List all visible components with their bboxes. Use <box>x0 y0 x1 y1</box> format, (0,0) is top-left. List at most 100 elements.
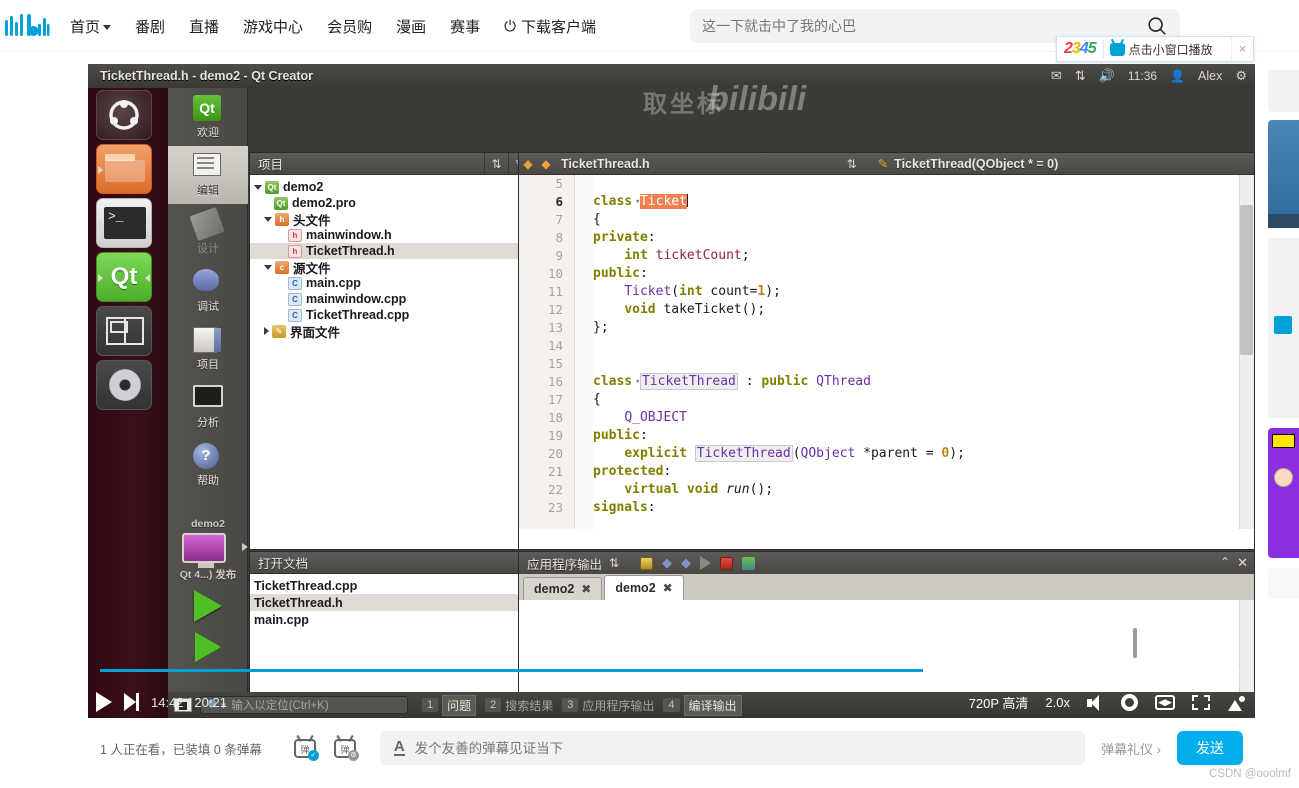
username[interactable]: Alex <box>1198 69 1222 83</box>
editor-symbol[interactable]: TicketThread(QObject * = 0) <box>894 157 1058 171</box>
nav-item-gamecenter[interactable]: 游戏中心 <box>243 16 303 37</box>
qt-creator-launcher-icon[interactable]: Qt <box>96 252 152 302</box>
fold-column[interactable]: ▾ ▾ <box>575 175 640 529</box>
code-editor[interactable]: ◆ ◆ TicketThread.h ⇅ ✎ TicketThread(QObj… <box>518 152 1255 550</box>
chevron-down-icon[interactable] <box>264 264 272 270</box>
close-icon[interactable]: ✖ <box>581 582 591 596</box>
danmaku-etiquette-link[interactable]: 弹幕礼仪 › <box>1101 739 1161 758</box>
attach-icon[interactable] <box>742 556 756 570</box>
line-number: 23 <box>547 500 563 515</box>
clear-icon[interactable] <box>640 556 654 570</box>
tv-fullscreen-icon[interactable] <box>1227 695 1245 711</box>
terminal-icon[interactable]: >_ <box>96 198 152 248</box>
panel-combo-arrows-icon[interactable]: ⇅ <box>484 152 508 175</box>
mode-item-debug[interactable]: 调试 <box>168 262 248 320</box>
chevron-down-icon[interactable] <box>254 184 262 190</box>
send-button[interactable]: 发送 <box>1177 731 1243 765</box>
gear-icon[interactable] <box>1121 694 1138 711</box>
tree-label: TicketThread.cpp <box>306 308 410 322</box>
nav-item-download-client[interactable]: ⏻ 下载客户端 <box>504 16 596 37</box>
kit-selector[interactable] <box>168 530 248 568</box>
qt-welcome-icon: Qt <box>193 94 221 121</box>
progress-bar[interactable] <box>100 669 1243 672</box>
volume-icon[interactable]: 🔊 <box>1099 68 1115 84</box>
code-area[interactable]: 5 6 7 8 9 10 11 12 13 14 15 16 17 18 19 … <box>519 175 1254 529</box>
font-style-icon[interactable]: A <box>393 739 405 756</box>
popup-2345-action[interactable]: 点击小窗口播放 <box>1104 41 1231 58</box>
search-input[interactable] <box>702 18 1146 34</box>
close-icon[interactable]: ✖ <box>663 581 673 595</box>
danmaku-toggle-icon[interactable]: 弹 ✓ <box>293 738 319 761</box>
code-lines[interactable]: class Ticket { private: int ticketCount;… <box>593 175 1238 517</box>
output-tab-active[interactable]: demo2 ✖ <box>604 575 684 600</box>
code-line: protected: <box>593 464 672 479</box>
mode-item-design[interactable]: 设计 <box>168 204 248 262</box>
files-icon[interactable] <box>96 144 152 194</box>
nav-item-bangumi[interactable]: 番剧 <box>135 16 165 37</box>
sidebar-card-top[interactable] <box>1268 70 1299 112</box>
mode-item-projects[interactable]: 项目 <box>168 320 248 378</box>
run-icon[interactable] <box>700 556 712 570</box>
popup-2345-mini-player[interactable]: 2345 点击小窗口播放 × <box>1056 36 1254 62</box>
mode-label: 分析 <box>197 416 219 429</box>
mode-item-help[interactable]: ? 帮助 <box>168 436 248 494</box>
quality-selector[interactable]: 720P 高清 <box>969 693 1029 712</box>
play-button[interactable] <box>96 692 112 712</box>
debug-button[interactable] <box>195 632 221 662</box>
nav-back-icon[interactable]: ◆ <box>519 157 537 171</box>
nav-item-live[interactable]: 直播 <box>189 16 219 37</box>
editor-scrollbar[interactable] <box>1239 175 1254 529</box>
mode-item-edit[interactable]: 编辑 <box>168 146 248 204</box>
qt-titlebar: TicketThread.h - demo2 - Qt Creator ✉ ⇅ … <box>88 64 1255 88</box>
danmaku-input-box[interactable]: A <box>379 731 1086 765</box>
mode-item-analyze[interactable]: 分析 <box>168 378 248 436</box>
sidebar-card-bottom[interactable] <box>1268 568 1299 598</box>
chevron-right-icon[interactable] <box>264 327 269 335</box>
video-player[interactable]: TicketThread.h - demo2 - Qt Creator ✉ ⇅ … <box>88 64 1255 718</box>
gear-icon[interactable]: ⚙ <box>1235 68 1247 84</box>
nav-item-vipshop[interactable]: 会员购 <box>327 16 372 37</box>
tree-label: TicketThread.h <box>306 244 395 258</box>
close-icon[interactable]: ✕ <box>1237 555 1248 571</box>
sidebar-video-thumbnail[interactable] <box>1268 120 1299 228</box>
search-icon[interactable] <box>1146 15 1168 37</box>
nav-forward-icon[interactable]: ◆ <box>537 157 555 171</box>
disc-icon[interactable] <box>96 360 152 410</box>
nav-item-esports[interactable]: 赛事 <box>450 16 480 37</box>
folder-ui-icon: ✎ <box>272 324 286 338</box>
ubuntu-dash-icon[interactable] <box>96 90 152 140</box>
danmaku-settings-icon[interactable]: 弹 ⚙ <box>333 738 359 761</box>
line-number: 9 <box>555 248 563 263</box>
chevron-down-icon[interactable] <box>264 216 272 222</box>
mail-icon[interactable]: ✉ <box>1051 68 1062 84</box>
panel-combo-arrows-icon[interactable]: ⇅ <box>602 552 626 574</box>
file-combo-arrows-icon[interactable]: ⇅ <box>840 153 864 175</box>
viewer-count-status: 1 人正在看，已装填 0 条弹幕 <box>100 742 262 757</box>
mode-item-welcome[interactable]: Qt 欢迎 <box>168 88 248 146</box>
volume-slider[interactable] <box>1125 622 1145 670</box>
next-icon[interactable]: ◆ <box>681 555 691 571</box>
volume-icon[interactable] <box>1087 694 1104 711</box>
run-button[interactable] <box>194 590 222 622</box>
folder-h-icon: h <box>275 212 289 226</box>
scrollbar-thumb[interactable] <box>1240 205 1253 355</box>
bilibili-logo[interactable] <box>4 11 50 41</box>
workspace-switcher-icon[interactable] <box>96 306 152 356</box>
output-tab[interactable]: demo2 ✖ <box>523 577 603 600</box>
sidebar-recommend-card[interactable] <box>1268 238 1299 418</box>
fullscreen-icon[interactable] <box>1192 695 1210 710</box>
close-icon[interactable]: × <box>1231 37 1253 61</box>
widescreen-icon[interactable]: ◀▶ <box>1155 695 1175 710</box>
stop-icon[interactable] <box>720 556 734 570</box>
danmaku-input[interactable] <box>414 740 1072 756</box>
tree-label: 界面文件 <box>290 325 341 340</box>
sidebar-ad-card[interactable] <box>1268 428 1299 558</box>
minimize-icon[interactable]: ⌃ <box>1220 555 1230 569</box>
nav-item-home[interactable]: 首页 <box>70 16 112 37</box>
next-button[interactable] <box>124 693 139 711</box>
network-icon[interactable]: ⇅ <box>1075 68 1086 84</box>
prev-icon[interactable]: ◆ <box>662 555 672 571</box>
nav-item-manga[interactable]: 漫画 <box>396 16 426 37</box>
speed-selector[interactable]: 2.0x <box>1045 695 1070 710</box>
editor-filename[interactable]: TicketThread.h <box>561 157 650 171</box>
